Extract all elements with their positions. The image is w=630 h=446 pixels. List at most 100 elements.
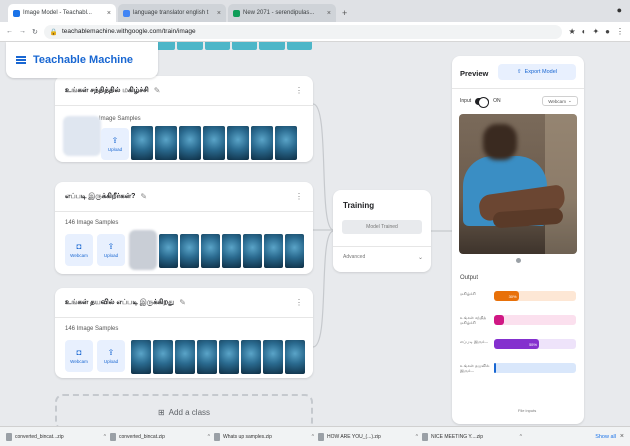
- advanced-label: Advanced: [343, 254, 366, 260]
- url-field[interactable]: 🔒 teachablemachine.withgoogle.com/train/…: [43, 24, 563, 39]
- close-downloads-icon[interactable]: ×: [620, 433, 624, 440]
- puzzle-icon[interactable]: ✦: [592, 27, 599, 36]
- export-icon: ⇧: [516, 69, 522, 75]
- class-header: உங்கள் தயவில் எப்படி இருக்கிறது ✎ ⋮: [55, 288, 313, 318]
- profile-icon[interactable]: ●: [617, 5, 622, 15]
- sample-thumbnail[interactable]: [197, 340, 217, 374]
- sample-thumbnail[interactable]: [285, 340, 305, 374]
- more-menu-icon[interactable]: ⋮: [616, 27, 624, 36]
- sample-thumbnail[interactable]: [222, 234, 241, 268]
- webcam-button[interactable]: ◘ Webcam: [65, 340, 93, 372]
- sample-thumbnail[interactable]: [159, 234, 178, 268]
- preview-panel: Preview ⇧ Export Model Input ON Webcam ⌄…: [452, 56, 584, 424]
- edit-pencil-icon[interactable]: ✎: [140, 192, 147, 201]
- sample-thumbnail[interactable]: [263, 340, 283, 374]
- confidence-track: 30%: [494, 291, 576, 301]
- sample-thumbnail[interactable]: [180, 234, 199, 268]
- edit-pencil-icon[interactable]: ✎: [179, 298, 186, 307]
- file-icon: [6, 432, 12, 441]
- class-name[interactable]: உங்கள் தயவில் எப்படி இருக்கிறது: [65, 298, 174, 307]
- bookmark-star-icon[interactable]: ★: [568, 27, 575, 36]
- extension-toolbar: ★ ◐ ✦ ● ⋮: [568, 27, 624, 36]
- chevron-up-icon[interactable]: ^: [104, 434, 106, 440]
- train-model-button[interactable]: Model Trained: [342, 220, 422, 234]
- blurred-tile: [129, 230, 157, 270]
- sample-thumbnail[interactable]: [275, 126, 297, 160]
- app-brand[interactable]: Teachable Machine: [33, 54, 133, 66]
- webcam-indicator-icon: [516, 258, 521, 263]
- chevron-up-icon[interactable]: ^: [416, 434, 418, 440]
- blurred-face: [483, 124, 517, 160]
- downloads-bar: converted_bincat...zip ^ converted_bincat…: [0, 426, 630, 446]
- download-item[interactable]: converted_bincat...zip ^: [6, 430, 106, 444]
- class-options-icon[interactable]: ⋮: [295, 86, 303, 95]
- class-name[interactable]: எப்படி இருக்கிறீர்கள்?: [65, 192, 135, 201]
- download-item[interactable]: HOW ARE YOU_(...).zip ^: [318, 430, 418, 444]
- sample-thumbnail[interactable]: [131, 340, 151, 374]
- edit-pencil-icon[interactable]: ✎: [154, 86, 161, 95]
- browser-tab-active[interactable]: Image Model - Teachabl... ×: [8, 4, 116, 22]
- chevron-up-icon[interactable]: ^: [520, 434, 522, 440]
- sample-thumbnail[interactable]: [219, 340, 239, 374]
- upload-button[interactable]: ⇪ Upload: [101, 128, 129, 160]
- new-tab-button[interactable]: +: [342, 8, 347, 18]
- sample-thumbnail[interactable]: [175, 340, 195, 374]
- sample-thumbnail[interactable]: [285, 234, 304, 268]
- sample-thumbnail[interactable]: [241, 340, 261, 374]
- input-source-select[interactable]: Webcam ⌄: [542, 96, 578, 106]
- sample-count: Image Samples: [99, 116, 141, 122]
- browser-tab[interactable]: New 2071 - serendipulas... ×: [228, 4, 336, 22]
- download-item[interactable]: converted_bincat.zip ^: [110, 430, 210, 444]
- input-toggle[interactable]: [475, 96, 490, 108]
- show-all-downloads[interactable]: Show all: [595, 434, 616, 440]
- sample-thumbnail[interactable]: [227, 126, 249, 160]
- add-class-label: Add a class: [168, 407, 211, 417]
- sample-thumbnail[interactable]: [155, 126, 177, 160]
- sample-thumbnail[interactable]: [201, 234, 220, 268]
- sample-thumbnail[interactable]: [179, 126, 201, 160]
- extension-icon[interactable]: ◐: [582, 27, 587, 36]
- browser-tab[interactable]: language translator english t ×: [118, 4, 226, 22]
- chevron-up-icon[interactable]: ^: [312, 434, 314, 440]
- confidence-bar: 55%: [494, 339, 540, 349]
- download-item[interactable]: NICE MEETING Y....zip ^: [422, 430, 522, 444]
- class-options-icon[interactable]: ⋮: [295, 192, 303, 201]
- output-class-label: உங்கள் தயவில் இருக்...: [460, 363, 490, 373]
- hamburger-menu-icon[interactable]: [16, 56, 26, 64]
- chevron-up-icon[interactable]: ^: [208, 434, 210, 440]
- class-card: எப்படி இருக்கிறீர்கள்? ✎ ⋮ 146 Image Sam…: [55, 182, 313, 274]
- upload-icon: ⇪: [107, 348, 115, 357]
- account-icon[interactable]: ●: [605, 27, 610, 36]
- preview-footer[interactable]: File inputs: [518, 408, 536, 413]
- close-tab-icon[interactable]: ×: [217, 10, 221, 17]
- upload-button[interactable]: ⇪ Upload: [97, 340, 125, 372]
- page-content: Teachable Machine உங்கள் சந்தித்தில் மகி…: [0, 42, 630, 426]
- sample-thumbnail[interactable]: [153, 340, 173, 374]
- class-name[interactable]: உங்கள் சந்தித்தில் மகிழ்ச்சி: [65, 86, 149, 95]
- class-options-icon[interactable]: ⋮: [295, 298, 303, 307]
- back-icon[interactable]: ←: [6, 28, 13, 35]
- sample-thumbnail[interactable]: [203, 126, 225, 160]
- advanced-toggle[interactable]: Advanced ⌄: [343, 254, 423, 261]
- upload-button[interactable]: ⇪ Upload: [97, 234, 125, 266]
- close-tab-icon[interactable]: ×: [327, 10, 331, 17]
- sample-thumbnails: [159, 234, 304, 268]
- output-row: உங்கள் சந்தித் மகிழ்ச்சி: [460, 312, 578, 330]
- export-model-button[interactable]: ⇧ Export Model: [498, 64, 576, 80]
- webcam-button[interactable]: ◘ Webcam: [65, 234, 93, 266]
- class-header: உங்கள் சந்தித்தில் மகிழ்ச்சி ✎ ⋮: [55, 76, 313, 106]
- close-tab-icon[interactable]: ×: [107, 10, 111, 17]
- class-card: உங்கள் சந்தித்தில் மகிழ்ச்சி ✎ ⋮ Image S…: [55, 76, 313, 162]
- sample-thumbnail[interactable]: [264, 234, 283, 268]
- confidence-bar: [494, 363, 497, 373]
- sample-thumbnail[interactable]: [251, 126, 273, 160]
- sample-thumbnail[interactable]: [243, 234, 262, 268]
- sample-thumbnail[interactable]: [131, 126, 153, 160]
- divider: [452, 88, 584, 89]
- download-item[interactable]: Whats up samples.zip ^: [214, 430, 314, 444]
- add-class-button[interactable]: ⊞ Add a class: [55, 394, 313, 426]
- lock-icon: 🔒: [49, 28, 58, 36]
- forward-icon[interactable]: →: [19, 28, 26, 35]
- reload-icon[interactable]: ↻: [32, 28, 38, 36]
- confidence-track: [494, 315, 576, 325]
